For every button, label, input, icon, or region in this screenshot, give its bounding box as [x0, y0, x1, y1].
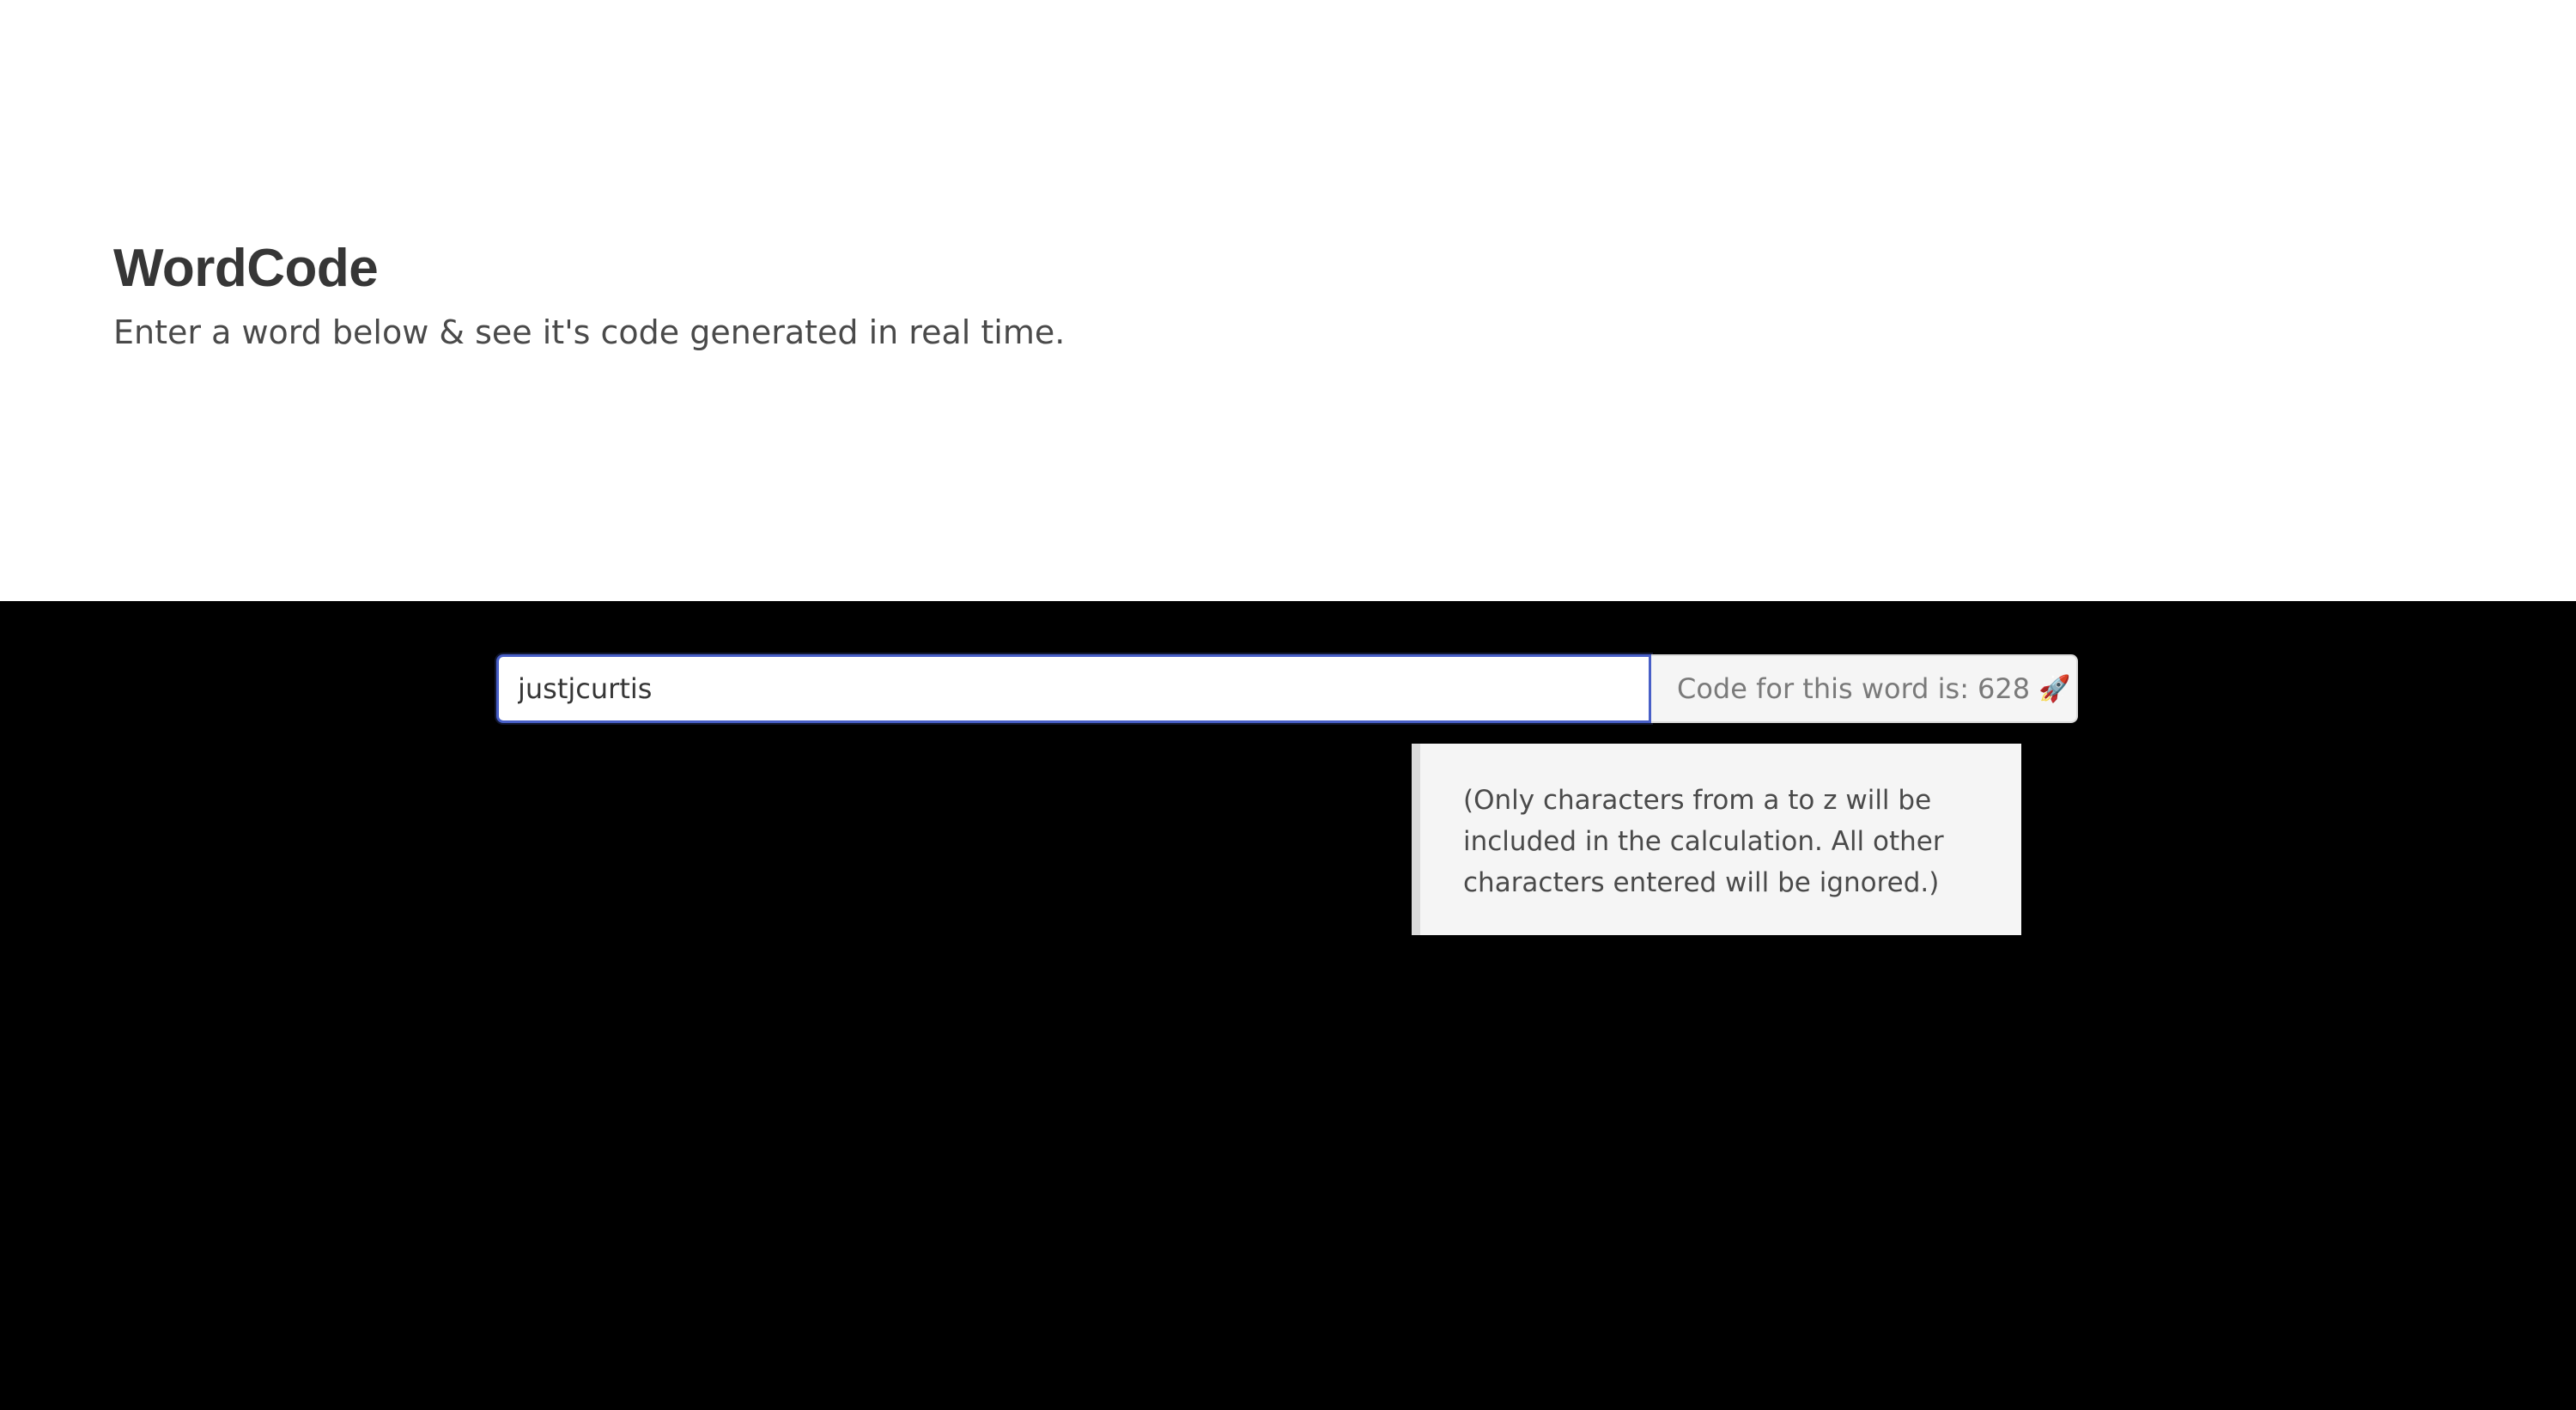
rocket-icon: 🚀	[2038, 673, 2071, 704]
note-line: (Only characters from a to z will be	[1463, 785, 1932, 816]
note-line: included in the calculation. All other	[1463, 826, 1944, 857]
code-label: Code for this word is:	[1677, 672, 1969, 705]
page-title: WordCode	[113, 239, 379, 298]
word-input[interactable]	[496, 654, 1651, 723]
page-subtitle: Enter a word below & see it's code gener…	[113, 313, 1066, 351]
code-value: 628	[1978, 672, 2031, 705]
note-line: characters entered will be ignored.)	[1463, 867, 1940, 898]
word-field: Code for this word is: 628 🚀	[496, 654, 2078, 723]
main-section: Code for this word is: 628 🚀 (Only chara…	[0, 601, 2576, 1410]
info-note: (Only characters from a to z will be inc…	[1412, 744, 2021, 935]
hero: WordCode Enter a word below & see it's c…	[0, 0, 2576, 601]
code-result: Code for this word is: 628 🚀	[1651, 654, 2078, 723]
